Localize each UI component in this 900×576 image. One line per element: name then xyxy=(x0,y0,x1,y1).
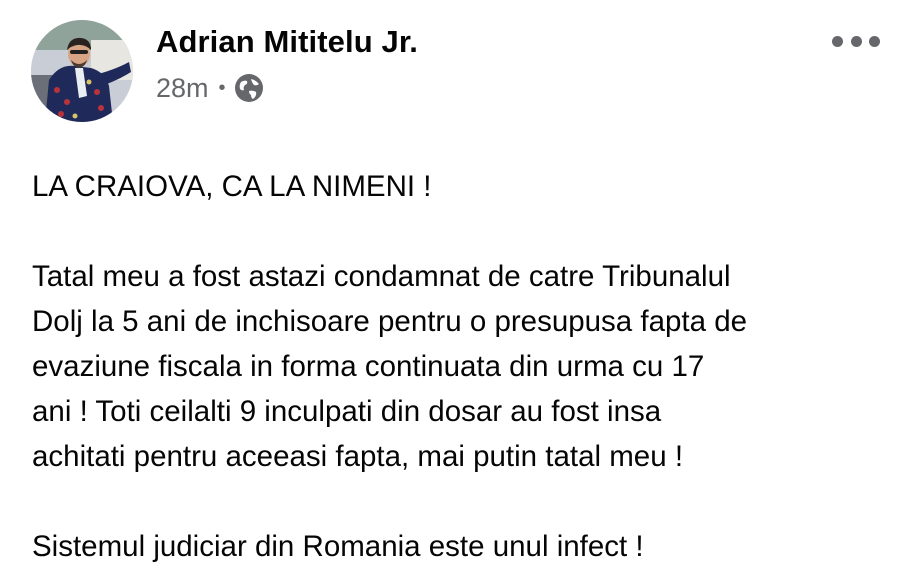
post-timestamp[interactable]: 28m xyxy=(156,73,209,104)
post-text-line: Tatal meu a fost astazi condamnat de cat… xyxy=(32,260,731,293)
post-body: LA CRAIOVA, CA LA NIMENI ! Tatal meu a f… xyxy=(32,164,882,569)
post-text-line: Dolj la 5 ani de inchisoare pentru o pre… xyxy=(32,305,748,338)
more-dot xyxy=(832,35,843,47)
post-meta: 28m • xyxy=(156,70,264,106)
post-closing-line: Sistemul judiciar din Romania este unul … xyxy=(32,530,644,563)
more-dot xyxy=(869,35,880,47)
post-text-line: evaziune fiscala in forma continuata din… xyxy=(32,350,705,383)
globe-icon[interactable] xyxy=(234,73,264,103)
author-avatar[interactable] xyxy=(31,20,133,122)
post-header: Adrian Mititelu Jr. 28m • xyxy=(0,0,900,130)
facebook-post: Adrian Mititelu Jr. 28m • LA CRAIOVA, CA… xyxy=(0,0,900,576)
post-headline: LA CRAIOVA, CA LA NIMENI ! xyxy=(32,170,432,203)
meta-separator: • xyxy=(218,77,226,99)
post-text-line: achitati pentru aceeasi fapta, mai putin… xyxy=(32,440,684,473)
more-dot xyxy=(850,35,862,47)
post-text-line: ani ! Toti ceilalti 9 inculpati din dosa… xyxy=(32,395,662,428)
more-options-icon[interactable] xyxy=(832,30,880,52)
profile-photo xyxy=(31,20,133,122)
author-name[interactable]: Adrian Mititelu Jr. xyxy=(156,22,418,62)
